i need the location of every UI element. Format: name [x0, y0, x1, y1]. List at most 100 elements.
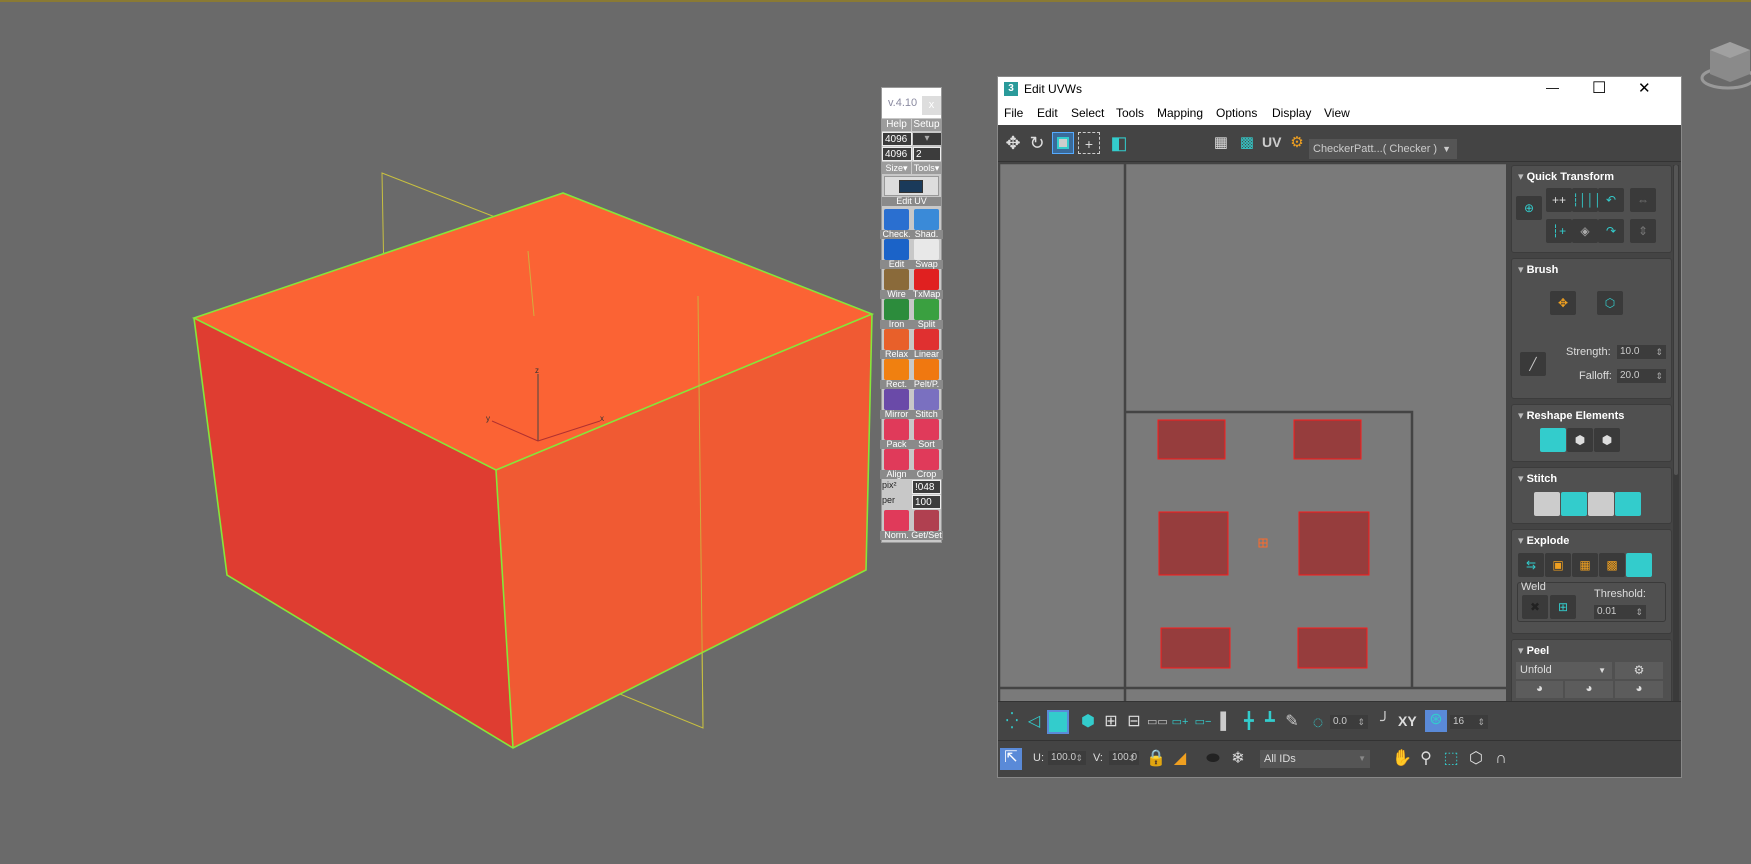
tool-button-split[interactable]: Split — [910, 299, 943, 329]
shrink-selection-icon[interactable]: ⊟ — [1124, 712, 1144, 732]
straighten-icon[interactable] — [1540, 428, 1566, 452]
space-horizontal-icon[interactable]: ⇔ — [1630, 188, 1656, 212]
relax-icon[interactable]: ⬢ — [1594, 428, 1620, 452]
break-icon[interactable]: ⇆ — [1518, 553, 1544, 577]
close-button[interactable]: x — [922, 96, 941, 115]
tool-button-txmap[interactable]: TxMap — [910, 269, 943, 299]
loop-icon[interactable]: ▭▭ — [1147, 712, 1168, 732]
uv-face[interactable] — [1293, 419, 1362, 460]
texture-dropdown[interactable]: CheckerPatt...( Checker ) ▼ — [1309, 139, 1457, 159]
soft-selection-icon[interactable]: ◌ — [1308, 712, 1328, 732]
set-pivot-icon[interactable]: ⊕ — [1516, 196, 1542, 220]
relax-brush-icon[interactable]: ⬡ — [1597, 291, 1623, 315]
ring-shrink-icon[interactable]: ┻ — [1260, 712, 1280, 732]
size-menu[interactable]: Size▾ — [882, 162, 911, 174]
falloff-curve-icon[interactable]: ╯ — [1375, 712, 1395, 732]
polygon-mode-icon[interactable] — [1047, 710, 1069, 734]
id-filter-dropdown[interactable]: All IDs ▼ — [1260, 750, 1370, 768]
rotate-cw-icon[interactable]: ↷ — [1598, 219, 1624, 243]
lock-icon[interactable]: 🔒 — [1146, 749, 1166, 769]
menu-file[interactable]: File — [1004, 106, 1023, 120]
pix-value-field[interactable]: !048 — [912, 480, 941, 494]
tool-button-shad[interactable]: Shad. — [910, 209, 943, 239]
reset-peel-icon[interactable]: ◕ — [1615, 681, 1663, 698]
size-preset-dropdown[interactable]: ▾ — [913, 133, 941, 145]
brush-header[interactable]: Brush — [1518, 263, 1559, 276]
peel-mode-dropdown[interactable]: Unfold ▼ — [1516, 662, 1612, 679]
close-button[interactable]: ✕ — [1638, 79, 1651, 97]
menu-view[interactable]: View — [1324, 106, 1350, 120]
tool-button-linear[interactable]: Linear — [910, 329, 943, 359]
zoom-icon[interactable]: ⚲ — [1416, 749, 1436, 769]
peel-settings-icon[interactable]: ⚙ — [1615, 662, 1663, 679]
detach-icon[interactable]: ▣ — [1545, 553, 1571, 577]
ring-grow-icon[interactable]: ╋ — [1239, 712, 1259, 732]
align-horizontal-icon[interactable]: ++ — [1546, 188, 1572, 212]
extra-field[interactable]: 2 — [913, 147, 941, 161]
quick-peel-icon[interactable]: ◕ — [1516, 681, 1563, 698]
edge-mode-icon[interactable]: ◁ — [1024, 712, 1044, 732]
scrollbar-thumb[interactable] — [1674, 165, 1678, 475]
stitch-to-source-icon[interactable] — [1615, 492, 1641, 516]
tool-button-align[interactable]: Align — [880, 449, 913, 479]
peel-header[interactable]: Peel — [1518, 644, 1550, 657]
scale-icon[interactable] — [1052, 132, 1074, 154]
uv-face[interactable] — [1297, 627, 1368, 669]
flatten-by-smoothing-icon[interactable]: ▩ — [1599, 553, 1625, 577]
menu-mapping[interactable]: Mapping — [1157, 106, 1203, 120]
tool-button-pelt-p[interactable]: Pelt/P. — [910, 359, 943, 389]
threshold-spinner[interactable]: 0.01 — [1594, 605, 1646, 619]
show-map-icon[interactable]: ▩ — [1236, 132, 1258, 154]
relax-until-flat-icon[interactable]: ⬢ — [1567, 428, 1593, 452]
width-field[interactable]: 4096 — [882, 132, 912, 146]
checker-grid-icon[interactable]: ▦ — [1210, 132, 1232, 154]
xy-space-toggle[interactable]: XY — [1398, 713, 1417, 729]
grow-selection-icon[interactable]: ⊞ — [1101, 712, 1121, 732]
tool-button-relax[interactable]: Relax — [880, 329, 913, 359]
v-spinner[interactable]: 100.0 — [1109, 751, 1139, 765]
tool-button-stitch[interactable]: Stitch — [910, 389, 943, 419]
menu-select[interactable]: Select — [1071, 106, 1104, 120]
ring-icon[interactable]: ▌ — [1216, 712, 1236, 732]
menu-edit[interactable]: Edit — [1037, 106, 1058, 120]
tool-button-iron[interactable]: Iron — [880, 299, 913, 329]
explode-header[interactable]: Explode — [1518, 534, 1570, 547]
menu-display[interactable]: Display — [1272, 106, 1311, 120]
minimize-button[interactable]: — — [1546, 80, 1559, 95]
menu-options[interactable]: Options — [1216, 106, 1257, 120]
uv-axis-toggle[interactable]: UV — [1262, 134, 1281, 150]
rotation-spinner[interactable]: 0.0 — [1330, 715, 1368, 729]
strength-spinner[interactable]: 10.0 — [1617, 345, 1666, 359]
weld-selected-icon[interactable]: ✖ — [1522, 595, 1548, 619]
loop-grow-icon[interactable]: ▭+ — [1170, 712, 1190, 732]
viewcube-icon[interactable] — [1700, 36, 1751, 96]
stitch-header[interactable]: Stitch — [1518, 472, 1558, 485]
stitch-average-icon[interactable] — [1588, 492, 1614, 516]
rotate-ccw-icon[interactable]: ↶ — [1598, 188, 1624, 212]
height-field[interactable]: 4096 — [882, 147, 912, 161]
3d-viewport[interactable]: z x y — [0, 0, 990, 864]
quick-transform-header[interactable]: Quick Transform — [1518, 170, 1614, 183]
uv-editor-canvas[interactable] — [998, 162, 1506, 701]
tool-button-check[interactable]: Check. — [880, 209, 913, 239]
uv-face[interactable] — [1157, 419, 1226, 460]
loop-shrink-icon[interactable]: ▭− — [1193, 712, 1213, 732]
hide-filter-icon[interactable]: ◢ — [1170, 749, 1190, 769]
hide-icon[interactable]: ⬬ — [1203, 749, 1223, 769]
freeze-icon[interactable]: ❄ — [1228, 749, 1248, 769]
space-vertical-icon[interactable]: ┆│││ — [1572, 188, 1602, 212]
element-mode-icon[interactable]: ⬢ — [1078, 712, 1098, 732]
reshape-header[interactable]: Reshape Elements — [1518, 409, 1625, 422]
tool-button-edit[interactable]: Edit — [880, 239, 913, 269]
distance-spinner[interactable]: 16 — [1450, 715, 1488, 729]
panel-scrollbar[interactable] — [1673, 165, 1679, 701]
absolute-relative-toggle-icon[interactable]: ⇱ — [1000, 748, 1022, 770]
align-vertical-icon[interactable]: ┆+ — [1546, 219, 1572, 243]
tool-button-pack[interactable]: Pack — [880, 419, 913, 449]
vertex-mode-icon[interactable]: ⁛ — [1002, 712, 1022, 732]
flatten-by-polygon-icon[interactable]: ▦ — [1572, 553, 1598, 577]
title-bar[interactable]: 3 Edit UVWs — ☐ ✕ — [998, 77, 1681, 102]
flatten-custom-icon[interactable] — [1626, 553, 1652, 577]
tools-menu[interactable]: Tools▾ — [912, 162, 941, 174]
paint-move-icon[interactable]: ✥ — [1550, 291, 1576, 315]
